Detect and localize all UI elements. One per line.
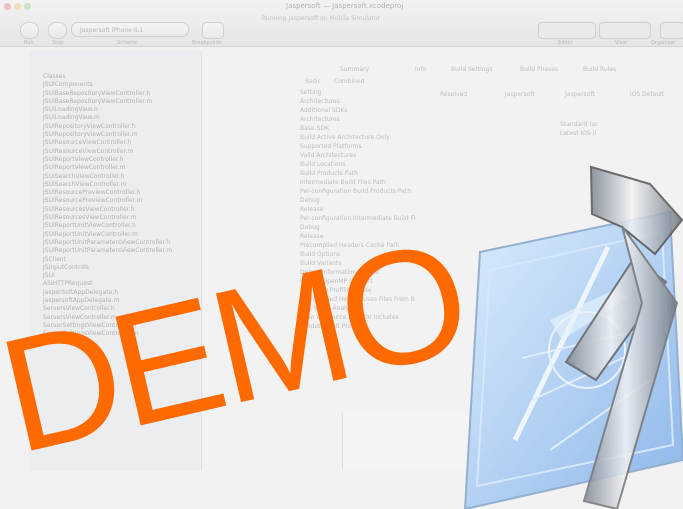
navigator-item[interactable]: JSUIRepositoryViewController.m: [43, 131, 213, 139]
activity-status: Running Jaspersoft on Mobile Simulator: [262, 15, 381, 22]
segment-basic[interactable]: Basic: [305, 78, 321, 85]
tab-info[interactable]: Info: [415, 66, 426, 73]
scheme-selector[interactable]: Jaspersoft iPhone 6.1: [71, 22, 189, 37]
navigator-item[interactable]: JSUIRepositoryViewController.h: [43, 123, 213, 131]
navigator-item[interactable]: JSUIResourcePreviewController.m: [43, 197, 213, 205]
navigator-item[interactable]: JSUIReportUnitParametersViewController.h: [43, 239, 213, 247]
navigator-item[interactable]: JSUIResourcesViewController.h: [43, 206, 213, 214]
window-title: Jaspersoft — Jaspersoft.xcodeproj: [286, 2, 404, 10]
navigator-item[interactable]: JSUIResourcesViewController.m: [43, 214, 213, 222]
navigator-item[interactable]: JSUIReportUnitParametersViewController.m: [43, 247, 213, 255]
navigator-item[interactable]: JSClient: [43, 256, 213, 264]
navigator-item[interactable]: JSUIBaseRepositoryViewController.h: [43, 90, 213, 98]
breakpoints-label: Breakpoints: [192, 40, 222, 46]
zoom-window-button[interactable]: [24, 3, 31, 10]
close-window-button[interactable]: [4, 3, 11, 10]
build-setting-row[interactable]: Setting: [300, 88, 500, 97]
run-button[interactable]: [20, 22, 39, 39]
navigator-item[interactable]: JSUILoadingView.h: [43, 106, 213, 114]
value-jaspersoft: Jaspersoft: [505, 91, 535, 98]
view-control[interactable]: [599, 22, 651, 39]
navigator-item[interactable]: JSUIBaseRepositoryViewController.m: [43, 98, 213, 106]
scheme-caption: Scheme: [117, 40, 138, 46]
navigator-item[interactable]: JSUIReportUnitViewController.h: [43, 222, 213, 230]
navigator-item[interactable]: JSUIResourcePreviewController.h: [43, 189, 213, 197]
build-setting-row[interactable]: Additional SDKs: [300, 106, 500, 115]
organizer-button[interactable]: [660, 22, 683, 39]
minimize-window-button[interactable]: [14, 3, 21, 10]
navigator-item[interactable]: Classes: [43, 73, 213, 81]
value-ios-default: iOS Default: [630, 91, 665, 98]
stop-button[interactable]: [48, 22, 67, 39]
tab-build-phases[interactable]: Build Phases: [520, 66, 558, 73]
organizer-label: Organizer: [651, 40, 676, 46]
tab-build-settings[interactable]: Build Settings: [451, 66, 493, 73]
breakpoints-button[interactable]: [202, 22, 224, 39]
navigator-item[interactable]: JSUISearchViewController.m: [43, 181, 213, 189]
navigator-item[interactable]: JSUIReportViewController.h: [43, 156, 213, 164]
navigator-item[interactable]: JSUIReportUnitViewController.m: [43, 231, 213, 239]
value-standard: Standard (ar: [560, 121, 598, 128]
navigator-item[interactable]: JSUIComponents: [43, 81, 213, 89]
tab-summary[interactable]: Summary: [340, 66, 369, 73]
value-jaspersoft-2: Jaspersoft: [565, 91, 595, 98]
navigator-item[interactable]: JSUILoadingView.m: [43, 114, 213, 122]
editor-mode-control[interactable]: [538, 22, 596, 39]
scheme-label: Jaspersoft: [80, 27, 110, 34]
build-setting-row[interactable]: Architectures: [300, 97, 500, 106]
tab-build-rules[interactable]: Build Rules: [583, 66, 616, 73]
toolbar: Jaspersoft — Jaspersoft.xcodeproj Runnin…: [0, 0, 683, 47]
value-resolved: Resolved: [440, 91, 468, 98]
navigator-item[interactable]: JSUIReportViewController.m: [43, 164, 213, 172]
navigator-item[interactable]: JSUIResourceViewController.h: [43, 139, 213, 147]
build-setting-row[interactable]: Architectures: [300, 115, 500, 124]
run-label: Run: [24, 40, 34, 46]
scheme-device: iPhone 6.1: [111, 27, 144, 34]
view-label: View: [615, 40, 627, 46]
editor-label: Editor: [558, 40, 573, 46]
navigator-item[interactable]: JSUISearchViewController.h: [43, 173, 213, 181]
stop-label: Stop: [52, 40, 64, 46]
navigator-item[interactable]: JSUIResourceViewController.m: [43, 148, 213, 156]
segment-combined[interactable]: Combined: [334, 78, 364, 85]
